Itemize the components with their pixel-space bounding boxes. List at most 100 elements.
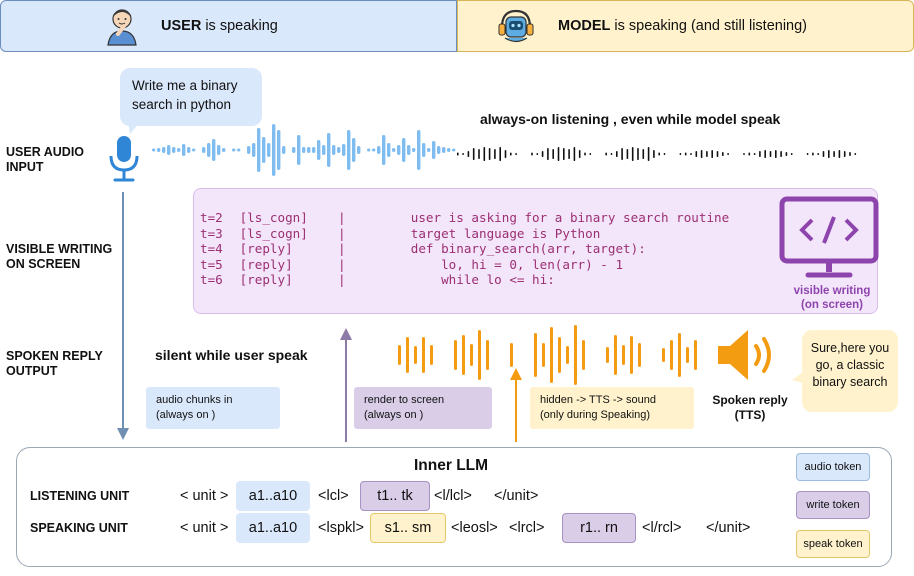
waveform-bar <box>775 150 777 158</box>
waveform-bar <box>812 152 814 156</box>
waveform-bar <box>462 335 465 375</box>
waveform-bar <box>663 153 666 155</box>
listening-lcl-open: <lcl> <box>318 488 349 504</box>
waveform-bar <box>177 148 181 152</box>
waveform-bar <box>427 148 431 152</box>
waveform-bar <box>631 147 634 161</box>
code-tag: [ls_cogn] <box>232 225 308 241</box>
waveform-bar <box>582 340 585 370</box>
row-label-visible-writing: VISIBLE WRITING ON SCREEN <box>6 242 113 271</box>
audio-chunks-chip: audio chunks in (always on ) <box>146 387 280 429</box>
render-chip: render to screen (always on ) <box>354 387 492 429</box>
waveform-bar <box>337 147 341 153</box>
waveform-bar <box>257 128 261 172</box>
code-text: lo, hi = 0, len(arr) - 1 <box>388 256 624 272</box>
waveform-bar <box>398 345 401 365</box>
waveform-bar <box>470 344 473 366</box>
waveform-bar <box>769 151 772 157</box>
waveform-bar <box>302 147 306 153</box>
waveform-bar <box>202 147 206 153</box>
waveform-bar <box>182 144 186 156</box>
waveform-bar <box>806 153 809 155</box>
user-banner-text: USER is speaking <box>161 18 278 34</box>
monitor-code-icon <box>779 196 879 278</box>
code-text: def binary_search(arr, target): <box>388 241 646 256</box>
waveform-bar <box>574 325 577 385</box>
waveform-bar <box>488 148 491 160</box>
waveform-bar <box>247 146 251 154</box>
waveform-bar <box>478 149 480 159</box>
waveform-bar <box>352 138 356 162</box>
waveform-bar <box>382 135 386 165</box>
legend-audio-token: audio token <box>796 453 870 481</box>
waveform-bar <box>670 340 673 370</box>
speaking-speak-token: s1.. sm <box>370 513 446 543</box>
waveform-bar <box>637 148 639 160</box>
user-audio-waveform <box>152 124 456 176</box>
waveform-bar <box>342 144 346 156</box>
model-speech-bubble: Sure,here you go, a classic binary search <box>802 330 898 412</box>
waveform-bar <box>573 147 576 161</box>
code-separator: | <box>338 272 346 287</box>
waveform-bar <box>457 152 459 156</box>
listening-audio-token: a1..a10 <box>236 481 310 511</box>
speaking-unit-open: < unit > <box>180 520 229 536</box>
code-time: t=2 <box>200 210 223 225</box>
code-tag: [ls_cogn] <box>232 210 308 225</box>
waveform-bar <box>402 138 406 162</box>
waveform-bar <box>377 146 381 154</box>
waveform-bar <box>605 152 607 156</box>
waveform-bar <box>558 337 561 373</box>
waveform-bar <box>722 152 724 156</box>
waveform-bar <box>417 130 421 170</box>
waveform-bar <box>584 152 586 156</box>
waveform-bar <box>679 153 682 155</box>
waveform-bar <box>700 150 703 158</box>
waveform-bar <box>542 343 545 367</box>
speaker-icon <box>718 330 771 380</box>
waveform-bar <box>684 152 687 156</box>
scratchpad-code: t=2 [ls_cogn] | user is asking for a bina… <box>200 210 729 288</box>
speaking-rcl-open: <lrcl> <box>509 520 545 536</box>
robot-headset-icon <box>498 9 534 43</box>
waveform-bar <box>606 347 609 363</box>
waveform-bar <box>407 145 411 155</box>
waveform-bar <box>267 143 271 157</box>
waveform-bar <box>568 149 570 159</box>
waveform-bar <box>716 151 719 157</box>
waveform-bar <box>621 148 623 160</box>
waveform-bar <box>578 150 581 158</box>
render-up-arrow <box>340 328 352 442</box>
waveform-bar <box>653 150 655 158</box>
row-label-spoken-reply: SPOKEN REPLY OUTPUT <box>6 349 103 378</box>
listening-waveform-dark <box>457 147 857 161</box>
waveform-bar <box>462 153 464 155</box>
waveform-bar <box>478 330 481 380</box>
waveform-bar <box>694 340 697 370</box>
code-separator: | <box>338 241 346 256</box>
waveform-bar <box>534 333 537 377</box>
waveform-bar <box>212 139 216 161</box>
waveform-bar <box>307 147 311 153</box>
waveform-bar <box>422 143 426 157</box>
waveform-bar <box>262 137 266 163</box>
listening-write-token: t1.. tk <box>360 481 430 511</box>
waveform-bar <box>510 343 513 367</box>
waveform-bar <box>412 148 416 152</box>
waveform-bar <box>711 150 713 158</box>
waveform-bar <box>397 145 401 155</box>
waveform-bar <box>327 133 331 167</box>
waveform-bar <box>647 147 650 161</box>
tts-up-arrow <box>510 368 522 442</box>
waveform-bar <box>442 147 446 153</box>
waveform-bar <box>437 146 441 154</box>
waveform-bar <box>192 148 196 152</box>
speaking-eos: <leosl> <box>451 520 498 536</box>
code-tag: [reply] <box>232 272 293 287</box>
waveform-bar <box>430 345 433 365</box>
waveform-bar <box>222 148 226 152</box>
speaking-unit-close: </unit> <box>706 520 751 536</box>
legend-speak-token: speak token <box>796 530 870 558</box>
waveform-bar <box>387 143 391 157</box>
code-tag: [reply] <box>232 241 293 256</box>
